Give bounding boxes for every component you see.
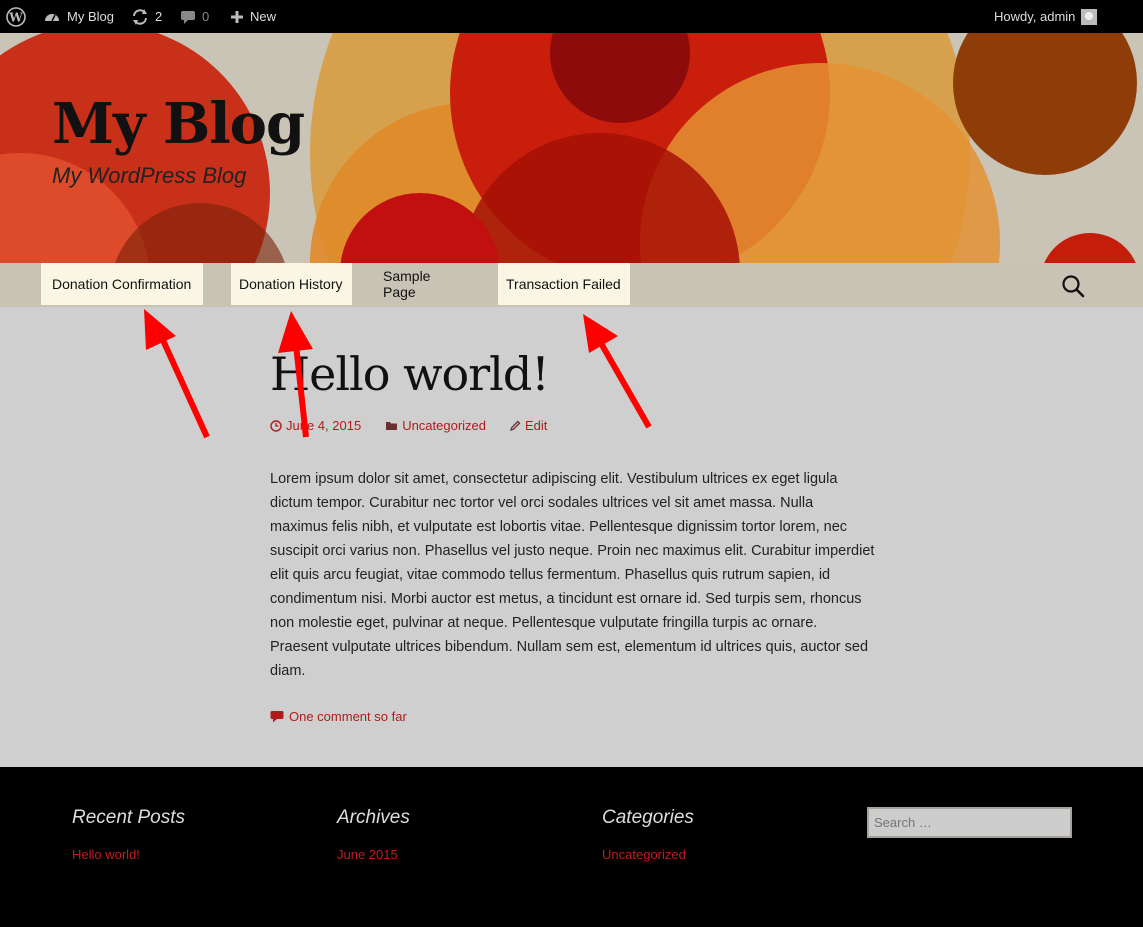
- new-label: New: [250, 9, 277, 24]
- edit-post-link[interactable]: Edit: [510, 418, 547, 433]
- archive-link[interactable]: June 2015: [337, 847, 410, 862]
- clock-icon: [270, 419, 282, 432]
- comment-icon: [270, 711, 284, 723]
- post-date: June 4, 2015: [286, 418, 362, 433]
- comments-link[interactable]: 0: [180, 0, 209, 33]
- updates-count: 2: [155, 9, 163, 24]
- nav-item-label: Donation Confirmation: [52, 276, 192, 292]
- comments-count: 0: [202, 9, 210, 24]
- post-date-link[interactable]: June 4, 2015: [270, 418, 361, 433]
- nav-item-sample-page[interactable]: Sample Page: [375, 263, 475, 305]
- nav-item-donation-history[interactable]: Donation History: [231, 263, 352, 305]
- nav-item-label: Transaction Failed: [506, 276, 621, 292]
- new-content-link[interactable]: New: [230, 0, 276, 33]
- search-toggle-button[interactable]: [1061, 274, 1085, 298]
- widget-title: Archives: [337, 807, 410, 828]
- post-title[interactable]: Hello world!: [270, 347, 550, 401]
- pencil-icon: [510, 420, 521, 431]
- post-category: Uncategorized: [402, 418, 487, 433]
- comments-label: One comment so far: [289, 709, 407, 724]
- arrow-donation-confirmation: [144, 309, 210, 439]
- search-input[interactable]: [867, 807, 1072, 838]
- howdy-label: Howdy, admin: [994, 9, 1076, 24]
- archives-widget: Archives June 2015: [337, 807, 410, 862]
- nav-item-label: Sample Page: [383, 268, 431, 300]
- comment-bubble-icon: [181, 10, 195, 24]
- nav-item-transaction-failed[interactable]: Transaction Failed: [498, 263, 630, 305]
- category-link[interactable]: Uncategorized: [602, 847, 694, 862]
- post-category-link[interactable]: Uncategorized: [385, 418, 486, 433]
- arrow-transaction-failed: [583, 314, 652, 429]
- site-name-label: My Blog: [67, 9, 114, 24]
- search-icon: [1062, 275, 1085, 298]
- categories-widget: Categories Uncategorized: [602, 807, 694, 862]
- site-title[interactable]: My Blog: [52, 91, 305, 157]
- site-name-link[interactable]: My Blog: [43, 0, 114, 33]
- svg-text:W: W: [8, 10, 23, 24]
- recent-post-link[interactable]: Hello world!: [72, 847, 185, 862]
- site-footer: Recent Posts Hello world! Archives June …: [0, 767, 1143, 927]
- widget-title: Categories: [602, 807, 694, 828]
- site-header: My Blog My WordPress Blog: [0, 33, 1143, 263]
- post-body: Lorem ipsum dolor sit amet, consectetur …: [270, 471, 875, 679]
- comments-link[interactable]: One comment so far: [270, 709, 407, 724]
- folder-icon: [386, 422, 398, 430]
- post-meta: June 4, 2015 Uncategorized Edit: [270, 418, 547, 433]
- dashboard-icon: [45, 13, 59, 21]
- nav-item-donation-confirmation[interactable]: Donation Confirmation: [41, 263, 203, 305]
- plus-icon: [231, 10, 243, 23]
- recent-posts-widget: Recent Posts Hello world!: [72, 807, 185, 862]
- refresh-icon: [133, 8, 147, 25]
- main-navigation: Donation Confirmation Donation History S…: [0, 263, 1143, 307]
- updates-link[interactable]: 2: [131, 0, 162, 33]
- avatar: [1081, 8, 1098, 25]
- wordpress-logo-icon[interactable]: W: [6, 0, 26, 33]
- admin-bar: W My Blog 2 0 New Howdy, admin: [0, 0, 1143, 34]
- nav-item-label: Donation History: [239, 276, 343, 292]
- widget-title: Recent Posts: [72, 807, 185, 828]
- edit-label: Edit: [525, 418, 548, 433]
- site-description: My WordPress Blog: [52, 163, 247, 188]
- my-account-link[interactable]: Howdy, admin: [994, 0, 1098, 33]
